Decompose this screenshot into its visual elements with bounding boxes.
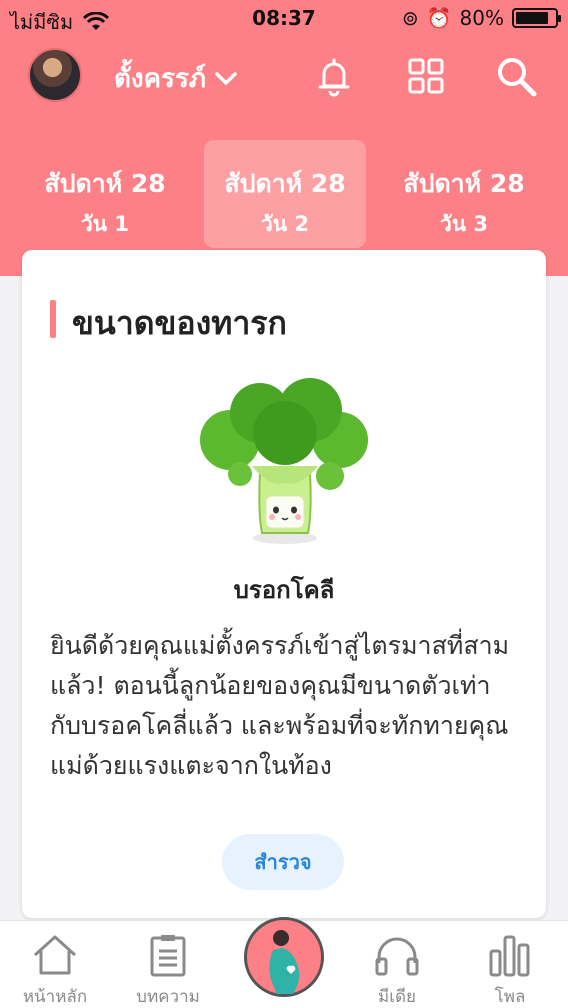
week-label: สัปดาห์ 28 [224,169,346,198]
broccoli-illustration [200,378,368,544]
description: ยินดีด้วยคุณแม่ตั้งครรภ์เข้าสู่ไตรมาสที่… [50,631,510,780]
tab-label: โพล [494,987,526,1007]
grid-icon[interactable] [404,54,448,98]
pregnancy-center-icon [269,930,300,994]
chevron-down-icon [215,71,237,85]
home-icon [33,935,77,975]
section-accent-bar [50,300,56,338]
week-day-3[interactable]: สัปดาห์ 28 วัน 3 [383,140,545,248]
week-day-1[interactable]: สัปดาห์ 28 วัน 1 [24,140,186,248]
profile-selector[interactable]: ตั้งครรภ์ [114,58,238,99]
tab-bar: หน้าหลัก บทความ มีเดีย โพล [0,917,568,1008]
tab-home[interactable]: หน้าหลัก [0,933,110,1008]
bar-chart-icon [489,935,530,977]
tab-label: หน้าหลัก [22,987,88,1007]
battery-percent: 80% [459,6,504,30]
bell-icon[interactable] [312,54,356,98]
week-label: สัปดาห์ 28 [44,169,166,198]
explore-button[interactable]: สำรวจ [222,834,344,890]
week-day-2[interactable]: สัปดาห์ 28 วัน 2 [204,140,366,248]
pregnancy-center-button[interactable] [244,917,324,997]
week-label: สัปดาห์ 28 [403,169,525,198]
battery-icon [512,8,561,28]
top-bar: ตั้งครรภ์ [0,38,568,118]
week-selector: สัปดาห์ 28 วัน 1 สัปดาห์ 28 วัน 2 สัปดาห… [0,140,568,248]
headphones-icon [375,937,419,976]
avatar[interactable] [28,48,82,102]
alarm-icon: ⏰ [426,6,452,30]
profile-name: ตั้งครรภ์ [114,64,207,94]
day-label: วัน 3 [439,212,489,236]
tab-label: มีเดีย [377,987,417,1007]
tab-media[interactable]: มีเดีย [342,933,452,1008]
tab-articles[interactable]: บทความ [113,933,223,1008]
tab-label: บทความ [136,987,200,1007]
header: ไม่มีซิม 08:37 ⊚ ⏰ 80% ตั้งครรภ์ สัปดาห์… [0,0,568,276]
tab-polls[interactable]: โพล [455,933,565,1008]
day-label: วัน 2 [260,212,310,236]
day-label: วัน 1 [80,212,130,236]
rotation-lock-icon: ⊚ [401,6,419,30]
section-title: ขนาดของทารก [72,304,287,342]
fruit-name: บรอกโคลี [233,576,335,604]
baby-size-card: ขนาดของทารก บรอกโคลี ยินดีด้วยคุณแม่ตั้ง… [22,250,546,918]
clipboard-icon [150,935,186,977]
search-icon[interactable] [494,54,538,98]
status-bar: ไม่มีซิม 08:37 ⊚ ⏰ 80% [0,0,568,38]
